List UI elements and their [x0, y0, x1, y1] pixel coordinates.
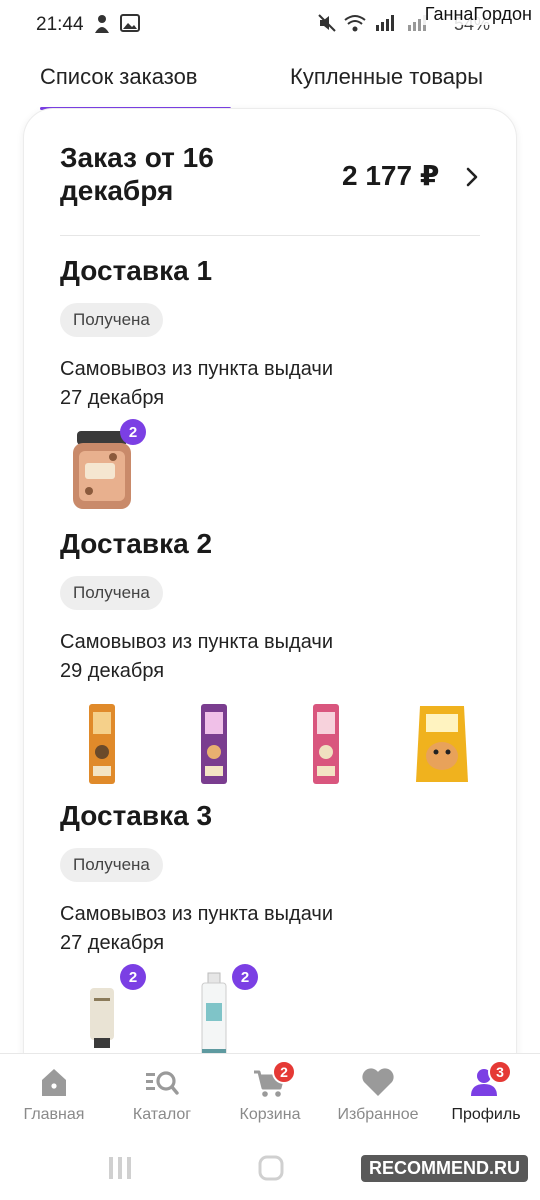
wifi-icon — [344, 15, 366, 32]
delivery-method: Самовывоз из пункта выдачи 29 декабря — [60, 628, 490, 686]
delivery-method-label: Самовывоз из пункта выдачи — [60, 903, 333, 925]
nav-label: Каталог — [132, 1106, 192, 1123]
status-badge: Получена — [60, 303, 163, 337]
delivery-method: Самовывоз из пункта выдачи 27 декабря — [60, 900, 490, 958]
cart-count-badge: 2 — [272, 1060, 296, 1084]
status-notification-icons — [92, 13, 140, 35]
product-thumbnail-stick-pink[interactable] — [284, 696, 368, 792]
recent-apps-icon[interactable] — [106, 1153, 134, 1183]
status-badge: Получена — [60, 576, 163, 610]
status-bar: 21:44 54% ГаннаГордон — [0, 0, 540, 50]
nav-icon-wrap — [34, 1064, 74, 1100]
product-thumbnail-tube[interactable]: 2 — [60, 964, 146, 1064]
quantity-badge: 2 — [232, 964, 258, 990]
nav-icon-wrap — [142, 1064, 182, 1100]
product-thumbnail-jar[interactable]: 2 — [60, 419, 146, 519]
order-title: Заказ от 16 декабря — [60, 142, 214, 206]
profile-count-badge: 3 — [488, 1060, 512, 1084]
tab-order-list[interactable]: Список заказов — [40, 64, 198, 90]
status-system-icons — [318, 13, 430, 33]
product-thumbnails: 2 — [60, 419, 490, 523]
nav-label: Главная — [23, 1106, 85, 1123]
nav-item-profile[interactable]: 3 Профиль — [432, 1060, 540, 1124]
nav-item-catalog[interactable]: Каталог — [108, 1064, 216, 1124]
mute-icon — [318, 14, 336, 32]
nav-label: Избранное — [337, 1106, 419, 1123]
bottom-navigation: Главная Каталог 2 Корзина Избранное 3 Пр… — [0, 1053, 540, 1139]
nav-icon-wrap — [358, 1064, 398, 1100]
nav-label: Корзина — [239, 1106, 301, 1123]
delivery-title: Доставка 1 — [60, 255, 213, 286]
divider — [60, 235, 480, 236]
product-thumbnail-stick-purple[interactable] — [172, 696, 256, 792]
nav-item-cart[interactable]: 2 Корзина — [216, 1060, 324, 1124]
delivery-block: Доставка 2 Получена Самовывоз из пункта … — [60, 528, 490, 796]
tab-purchased-items[interactable]: Купленные товары — [290, 64, 483, 90]
product-thumbnail-stick-orange[interactable] — [60, 696, 144, 792]
product-stick-purple-image — [201, 704, 227, 784]
delivery-date: 29 декабря — [60, 660, 165, 682]
order-card[interactable]: Заказ от 16 декабря 2 177 ₽ Доставка 1 П… — [23, 108, 517, 1108]
delivery-date: 27 декабря — [60, 932, 165, 954]
watermark-site: RECOMMEND.RU — [361, 1155, 528, 1182]
nav-item-home[interactable]: Главная — [0, 1064, 108, 1124]
notification-app-icon — [95, 15, 109, 33]
delivery-title: Доставка 3 — [60, 800, 213, 831]
nav-label: Профиль — [451, 1106, 521, 1123]
delivery-block: Доставка 3 Получена Самовывоз из пункта … — [60, 800, 490, 1068]
watermark-username: ГаннаГордон — [422, 4, 534, 25]
product-thumbnail-bag-yellow[interactable] — [400, 696, 484, 792]
quantity-badge: 2 — [120, 419, 146, 445]
delivery-method-label: Самовывоз из пункта выдачи — [60, 631, 333, 653]
order-total: 2 177 ₽ — [342, 160, 440, 191]
nav-icon-wrap: 2 — [250, 1060, 296, 1100]
signal-lte1-icon — [376, 15, 394, 31]
delivery-block: Доставка 1 Получена Самовывоз из пункта … — [60, 255, 490, 523]
delivery-title: Доставка 2 — [60, 528, 213, 559]
product-bag-yellow-image — [416, 706, 468, 782]
system-navigation-bar: RECOMMEND.RU — [0, 1139, 540, 1200]
home-icon — [42, 1069, 66, 1096]
product-tube-image — [90, 988, 114, 1048]
status-time: 21:44 — [36, 14, 84, 35]
product-stick-pink-image — [313, 704, 339, 784]
product-stick-orange-image — [89, 704, 115, 784]
gallery-icon — [120, 14, 140, 32]
product-thumbnails — [60, 696, 490, 796]
delivery-method-label: Самовывоз из пункта выдачи — [60, 358, 333, 380]
status-badge: Получена — [60, 848, 163, 882]
delivery-date: 27 декабря — [60, 387, 165, 409]
catalog-search-icon — [146, 1071, 179, 1095]
heart-icon — [362, 1068, 394, 1096]
nav-icon-wrap: 3 — [466, 1060, 512, 1100]
home-button-icon[interactable] — [256, 1153, 286, 1183]
delivery-method: Самовывоз из пункта выдачи 27 декабря — [60, 355, 490, 413]
quantity-badge: 2 — [120, 964, 146, 990]
product-bottle-image — [201, 972, 227, 1058]
product-thumbnail-bottle[interactable]: 2 — [172, 964, 258, 1064]
nav-item-favorites[interactable]: Избранное — [324, 1064, 432, 1124]
orders-tabs: Список заказов Купленные товары — [0, 50, 540, 112]
chevron-right-icon[interactable] — [462, 165, 482, 189]
